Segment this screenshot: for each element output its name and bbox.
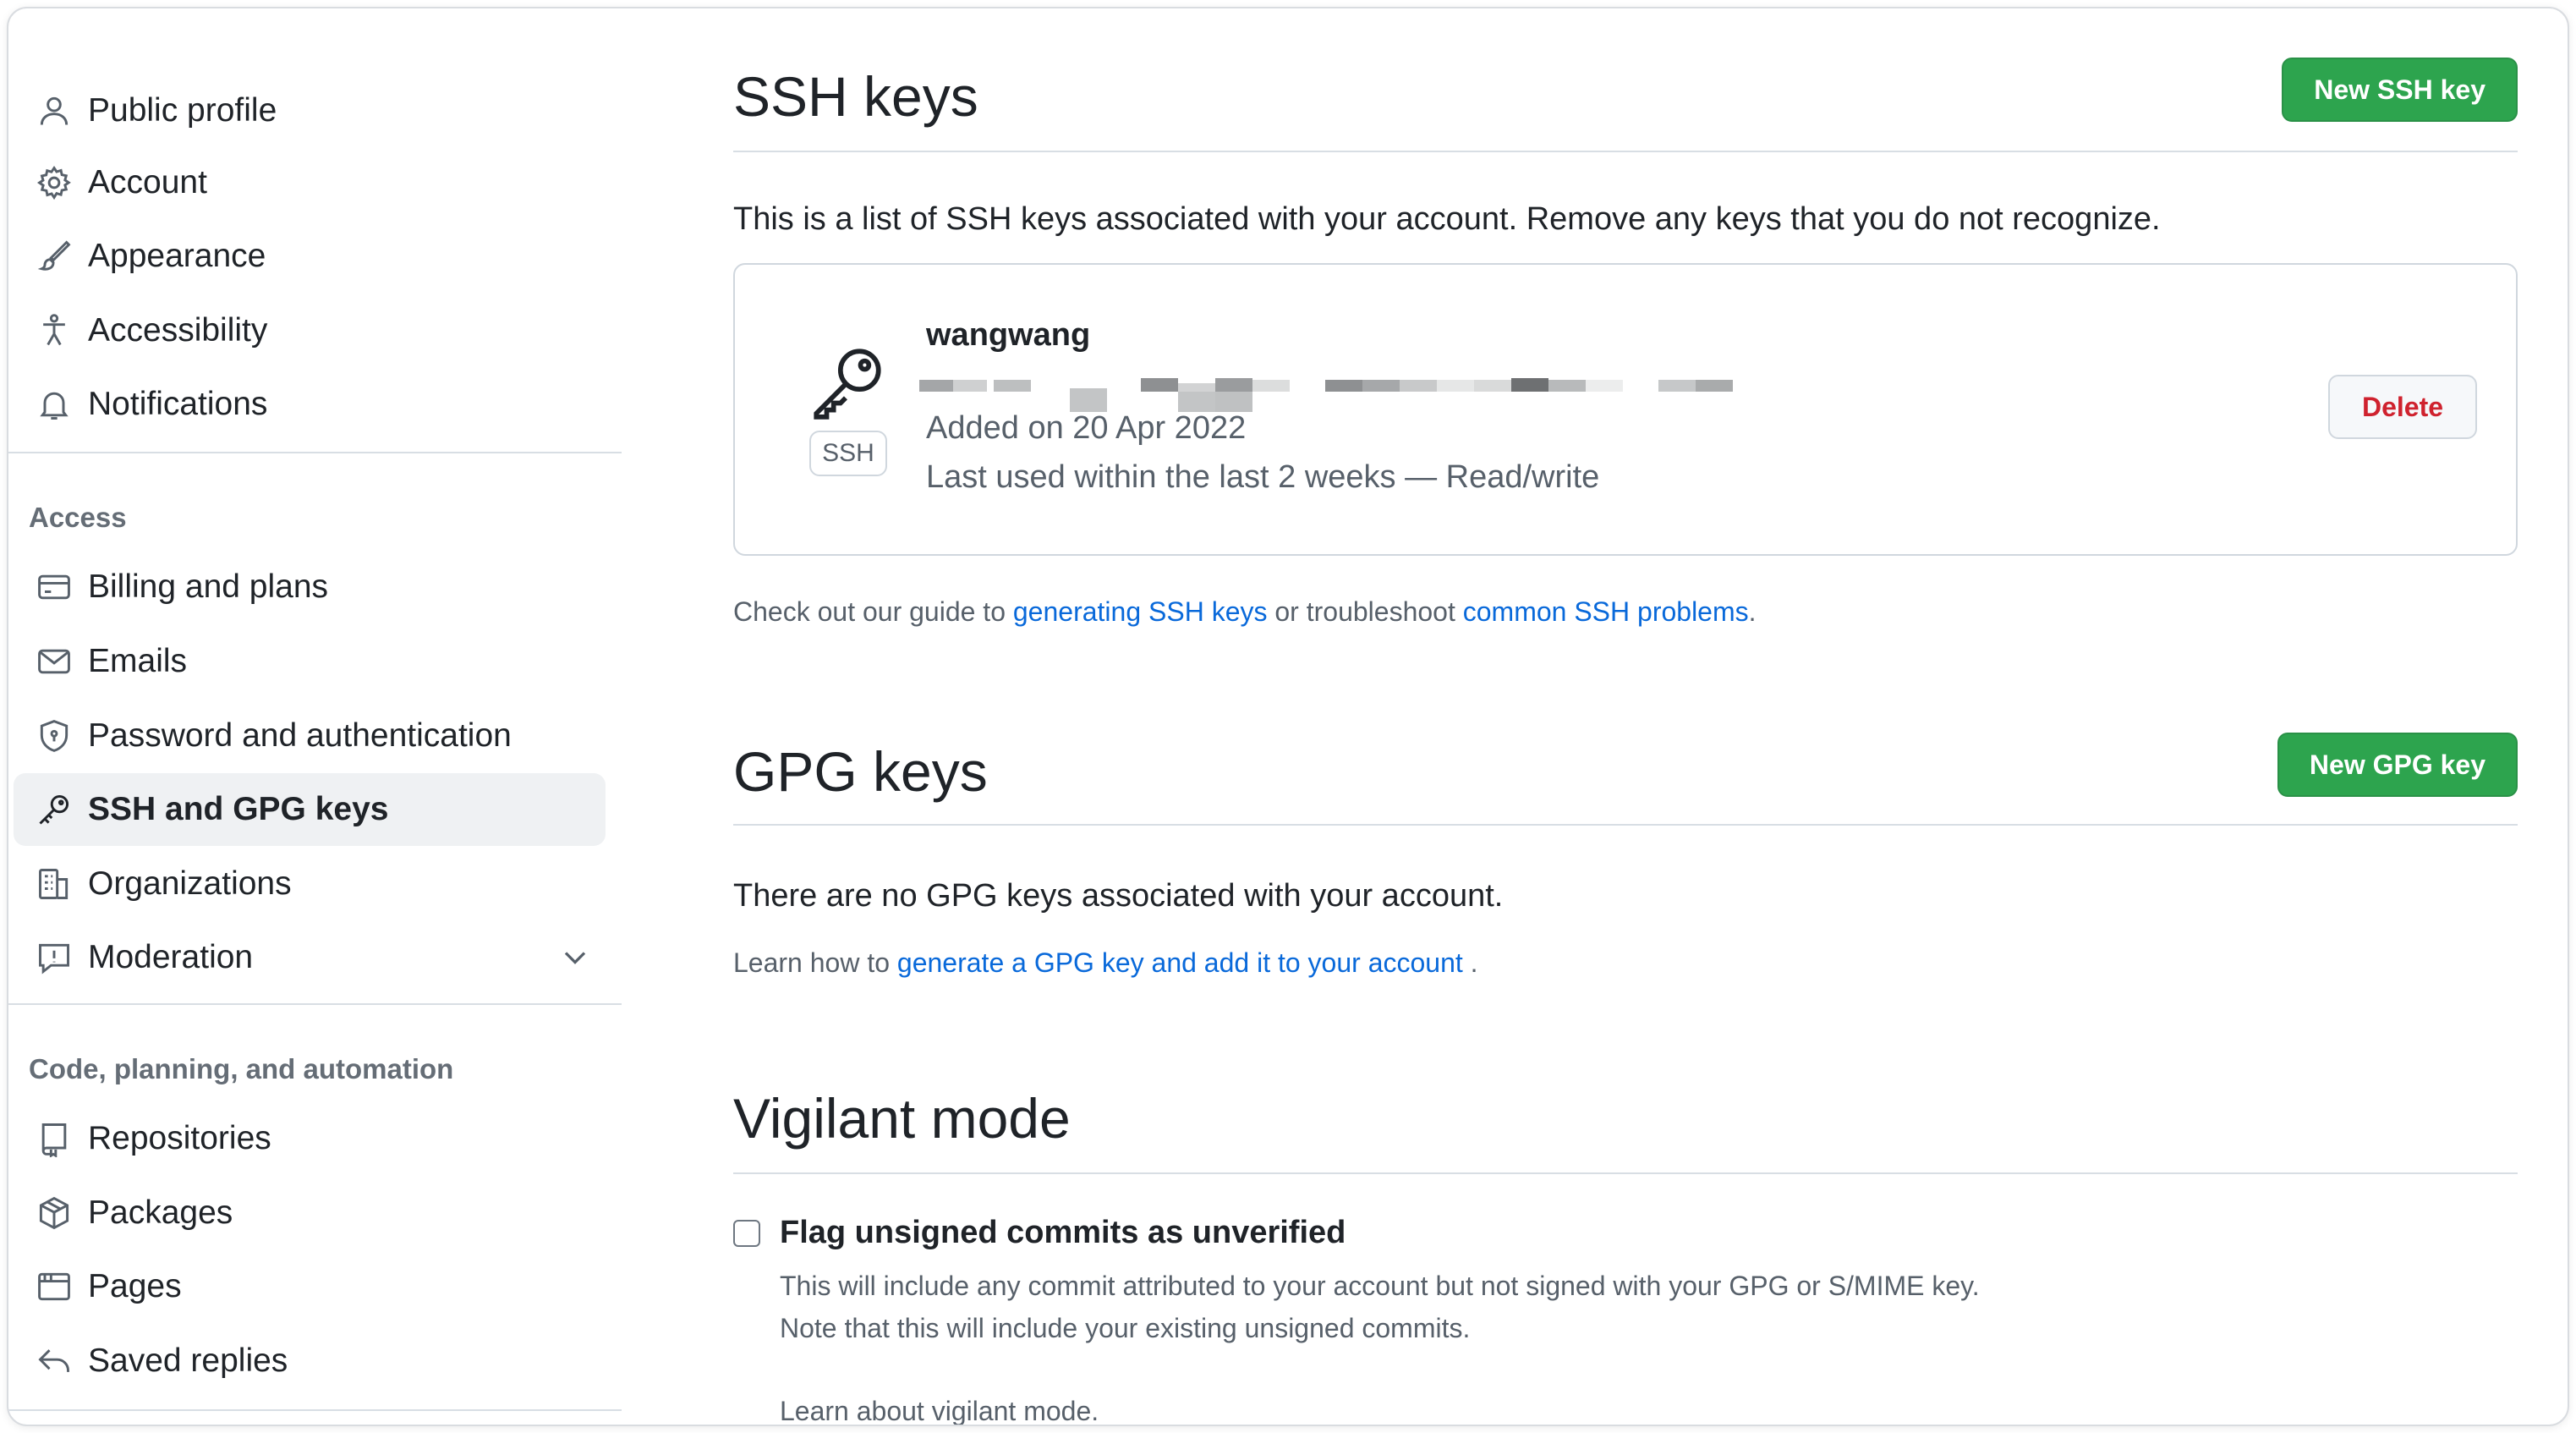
vigilant-mode-heading: Vigilant mode [733, 1087, 1071, 1150]
sidebar-item-appearance[interactable]: Appearance [14, 220, 606, 293]
sidebar-item-label: Moderation [88, 939, 254, 975]
generate-gpg-key-link[interactable]: generate a GPG key and add it to your ac… [897, 947, 1463, 978]
settings-sidebar: Public profile Account Appearance Access… [8, 8, 622, 1425]
common-ssh-problems-link[interactable]: common SSH problems [1463, 596, 1749, 627]
sidebar-divider [8, 1003, 622, 1005]
sidebar-item-moderation[interactable]: Moderation [14, 921, 606, 994]
sidebar-item-label: Emails [88, 643, 188, 679]
key-icon [814, 349, 881, 420]
main-content: SSH keys New SSH key This is a list of S… [733, 8, 2518, 1425]
guide-suffix: . [1748, 596, 1757, 627]
generating-ssh-keys-link[interactable]: generating SSH keys [1013, 596, 1268, 627]
vigilant-description-2: Note that this will include your existin… [780, 1313, 1471, 1343]
ssh-key-added-date: Added on 20 Apr 2022 [926, 410, 1247, 446]
sidebar-item-label: Packages [88, 1194, 233, 1231]
sidebar-item-public-profile[interactable]: Public profile [14, 74, 606, 147]
sidebar-item-label: Appearance [88, 238, 266, 274]
ssh-description: This is a list of SSH keys associated wi… [733, 201, 2161, 237]
sidebar-item-accessibility[interactable]: Accessibility [14, 294, 606, 367]
sidebar-item-label: Accessibility [88, 312, 268, 349]
sidebar-item-ssh-gpg-keys[interactable]: SSH and GPG keys [14, 773, 606, 846]
shield-lock-icon [34, 716, 74, 756]
sidebar-item-pages[interactable]: Pages [14, 1250, 606, 1323]
delete-ssh-key-button[interactable]: Delete [2328, 375, 2477, 439]
sidebar-item-saved-replies[interactable]: Saved replies [14, 1325, 606, 1397]
credit-card-icon [34, 567, 74, 607]
new-gpg-key-button[interactable]: New GPG key [2277, 733, 2518, 797]
learn-suffix: . [1462, 947, 1478, 978]
bell-icon [34, 384, 74, 425]
paintbrush-icon [34, 236, 74, 277]
sidebar-item-label: Account [88, 164, 207, 200]
accessibility-icon [34, 310, 74, 351]
sidebar-heading-code: Code, planning, and automation [29, 1053, 454, 1084]
gpg-keys-heading: GPG keys [733, 740, 988, 803]
ssh-key-last-used: Last used within the last 2 weeks — Read… [926, 459, 1600, 495]
sidebar-item-billing[interactable]: Billing and plans [14, 551, 606, 623]
reply-icon [34, 1341, 74, 1381]
sidebar-item-label: Password and authentication [88, 717, 512, 754]
ssh-type-badge: SSH [809, 431, 887, 476]
window-frame: Public profile Account Appearance Access… [7, 7, 2569, 1426]
vigilant-description-1: This will include any commit attributed … [780, 1271, 1980, 1301]
ssh-key-item: SSH wangwang Added on 20 Apr 2022 Last u… [733, 263, 2518, 556]
mail-icon [34, 641, 74, 682]
gpg-learn-text: Learn how to generate a GPG key and add … [733, 947, 1478, 979]
browser-icon [34, 1266, 74, 1307]
guide-prefix: Check out our guide to [733, 596, 1013, 627]
report-icon [34, 937, 74, 978]
sidebar-item-emails[interactable]: Emails [14, 625, 606, 698]
new-ssh-key-button[interactable]: New SSH key [2282, 58, 2518, 122]
sidebar-divider [8, 1409, 622, 1411]
sidebar-item-password[interactable]: Password and authentication [14, 700, 606, 772]
learn-prefix: Learn how to [733, 947, 897, 978]
sidebar-item-label: Pages [88, 1268, 182, 1304]
person-icon [34, 91, 74, 131]
section-divider [733, 1172, 2518, 1174]
flag-unsigned-commits-checkbox[interactable] [733, 1220, 760, 1247]
gear-icon [34, 162, 74, 203]
organization-icon [34, 864, 74, 904]
ssh-guide-text: Check out our guide to generating SSH ke… [733, 596, 1757, 628]
sidebar-item-label: Repositories [88, 1120, 271, 1156]
guide-middle: or troubleshoot [1267, 596, 1463, 627]
sidebar-item-account[interactable]: Account [14, 146, 606, 219]
sidebar-item-label: Public profile [88, 92, 277, 129]
sidebar-item-label: Saved replies [88, 1342, 288, 1379]
sidebar-item-label: Notifications [88, 386, 268, 422]
package-icon [34, 1193, 74, 1233]
flag-unsigned-commits-label[interactable]: Flag unsigned commits as unverified [780, 1215, 1346, 1251]
sidebar-item-organizations[interactable]: Organizations [14, 848, 606, 920]
repo-icon [34, 1118, 74, 1159]
sidebar-item-label: SSH and GPG keys [88, 791, 389, 827]
sidebar-divider [8, 452, 622, 453]
ssh-keys-heading: SSH keys [733, 65, 978, 128]
sidebar-item-notifications[interactable]: Notifications [14, 368, 606, 441]
gpg-empty-text: There are no GPG keys associated with yo… [733, 878, 1504, 914]
key-icon [34, 789, 74, 830]
sidebar-item-label: Organizations [88, 865, 292, 902]
sidebar-item-label: Billing and plans [88, 568, 329, 605]
sidebar-item-packages[interactable]: Packages [14, 1177, 606, 1249]
section-divider [733, 824, 2518, 826]
sidebar-item-repositories[interactable]: Repositories [14, 1102, 606, 1175]
ssh-key-name: wangwang [926, 317, 1091, 353]
section-divider [733, 151, 2518, 152]
chevron-down-icon[interactable] [556, 939, 594, 976]
learn-vigilant-mode-link[interactable]: Learn about vigilant mode. [780, 1396, 1099, 1425]
sidebar-heading-access: Access [29, 502, 127, 533]
